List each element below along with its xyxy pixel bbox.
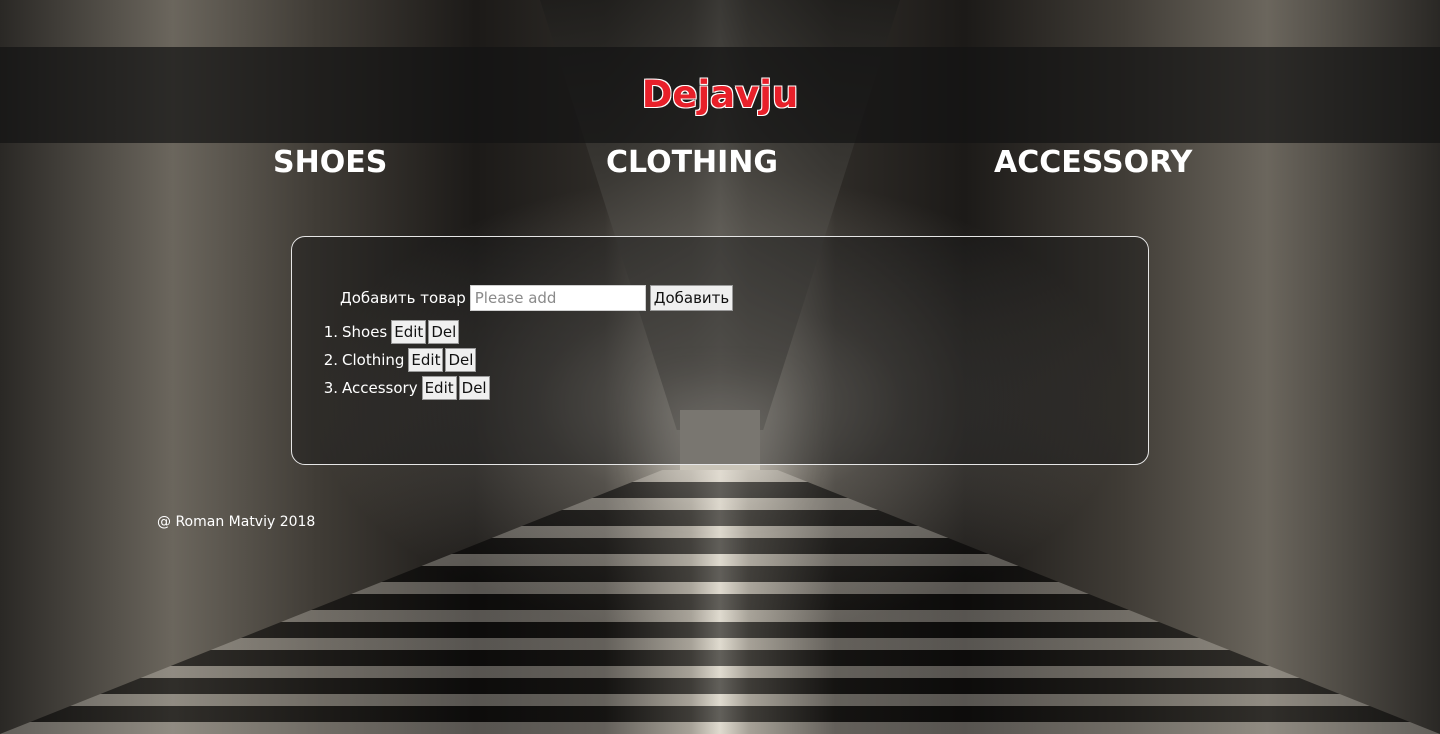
list-item-number: 1. <box>323 323 338 341</box>
nav-accessory[interactable]: ACCESSORY <box>994 140 1192 186</box>
edit-button[interactable]: Edit <box>408 348 444 372</box>
add-product-button[interactable]: Добавить <box>649 285 734 311</box>
list-item: 2. Clothing Edit Del <box>318 346 490 374</box>
nav-shoes[interactable]: SHOES <box>273 140 387 186</box>
delete-button[interactable]: Del <box>458 376 490 400</box>
edit-button[interactable]: Edit <box>421 376 457 400</box>
list-item-name: Accessory <box>342 379 418 397</box>
footer-copyright: @ Roman Matviy 2018 <box>157 514 316 530</box>
add-product-label: Добавить товар <box>340 289 466 307</box>
product-list: 1. Shoes Edit Del 2. Clothing Edit Del 3… <box>318 318 490 402</box>
list-item-number: 2. <box>323 351 338 369</box>
site-logo[interactable]: Dejavju <box>0 47 1440 143</box>
list-item-name: Shoes <box>342 323 388 341</box>
list-item-name: Clothing <box>342 351 405 369</box>
list-item: 3. Accessory Edit Del <box>318 374 490 402</box>
add-product-form: Добавить товар Добавить <box>340 284 734 312</box>
nav-clothing[interactable]: CLOTHING <box>606 140 778 186</box>
edit-button[interactable]: Edit <box>391 320 427 344</box>
delete-button[interactable]: Del <box>445 348 477 372</box>
add-product-input[interactable] <box>469 285 646 311</box>
delete-button[interactable]: Del <box>428 320 460 344</box>
list-item-number: 3. <box>323 379 338 397</box>
list-item: 1. Shoes Edit Del <box>318 318 490 346</box>
